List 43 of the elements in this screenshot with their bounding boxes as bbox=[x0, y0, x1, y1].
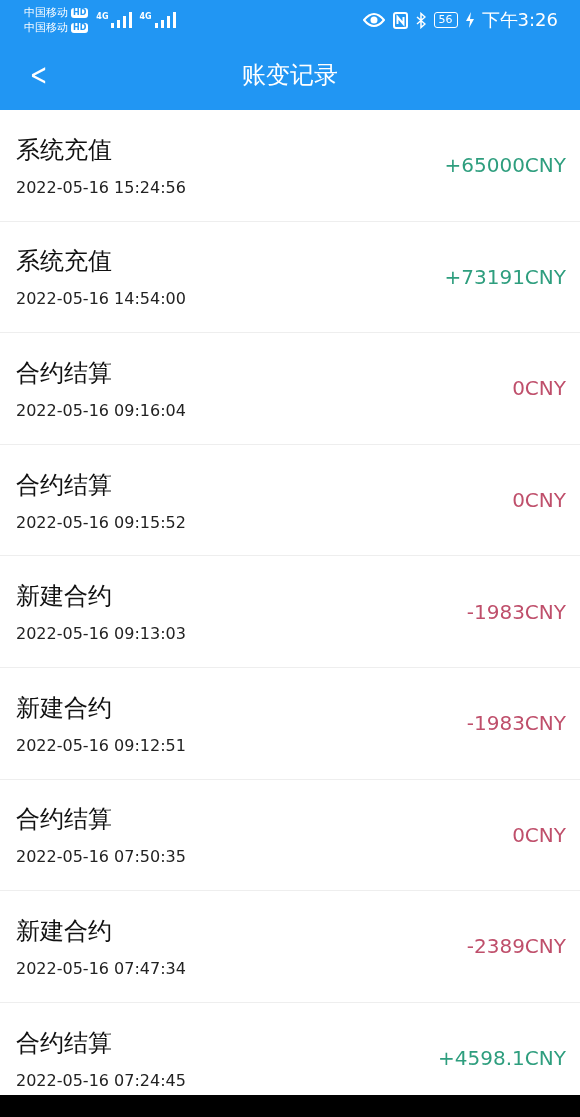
back-button[interactable]: < bbox=[22, 60, 55, 90]
record-title: 系统充值 bbox=[16, 246, 113, 278]
record-amount: -2389CNY bbox=[466, 934, 566, 959]
page-title: 账变记录 bbox=[242, 60, 338, 91]
record-amount: +65000CNY bbox=[444, 153, 566, 178]
record-title: 系统充值 bbox=[16, 134, 113, 166]
record-time: 2022-05-16 09:13:03 bbox=[16, 624, 186, 644]
eye-icon bbox=[362, 13, 385, 27]
record-amount: +73191CNY bbox=[444, 264, 566, 289]
network-type: 4G bbox=[96, 12, 109, 21]
record-time: 2022-05-16 09:15:52 bbox=[16, 512, 186, 532]
record-time: 2022-05-16 15:24:56 bbox=[16, 177, 186, 197]
record-time: 2022-05-16 09:16:04 bbox=[16, 401, 186, 420]
clock-time: 下午3:26 bbox=[481, 8, 558, 32]
charging-icon bbox=[465, 12, 474, 28]
record-time: 2022-05-16 07:50:35 bbox=[16, 847, 186, 867]
signal-icon bbox=[154, 12, 177, 28]
record-time: 2022-05-16 07:47:34 bbox=[16, 958, 186, 978]
record-title: 合约结算 bbox=[16, 358, 113, 389]
record-time: 2022-05-16 14:54:00 bbox=[16, 289, 186, 309]
record-title: 新建合约 bbox=[16, 915, 113, 947]
hd-badge: HD bbox=[71, 22, 89, 33]
carrier-name: 中国移动 bbox=[24, 21, 68, 34]
record-title: 合约结算 bbox=[16, 1027, 113, 1059]
record-amount: 0CNY bbox=[512, 488, 566, 513]
battery-level: 56 bbox=[433, 12, 458, 28]
signal-icon bbox=[111, 12, 134, 28]
record-title: 合约结算 bbox=[16, 469, 113, 501]
record-time: 2022-05-16 07:24:45 bbox=[16, 1070, 186, 1090]
record-title: 新建合约 bbox=[16, 692, 113, 724]
record-amount: -1983CNY bbox=[466, 711, 566, 736]
record-amount: 0CNY bbox=[512, 376, 566, 401]
record-amount: +4598.1CNY bbox=[438, 1046, 566, 1071]
network-type: 4G bbox=[139, 12, 152, 21]
nfc-icon bbox=[392, 11, 408, 29]
carrier-name: 中国移动 bbox=[24, 6, 68, 19]
record-time: 2022-05-16 09:12:51 bbox=[16, 735, 186, 755]
record-amount: 0CNY bbox=[512, 822, 566, 847]
hd-badge: HD bbox=[71, 7, 89, 18]
record-title: 新建合约 bbox=[16, 581, 113, 613]
bluetooth-icon bbox=[415, 11, 426, 29]
record-title: 合约结算 bbox=[16, 804, 113, 836]
record-amount: -1983CNY bbox=[466, 599, 566, 624]
